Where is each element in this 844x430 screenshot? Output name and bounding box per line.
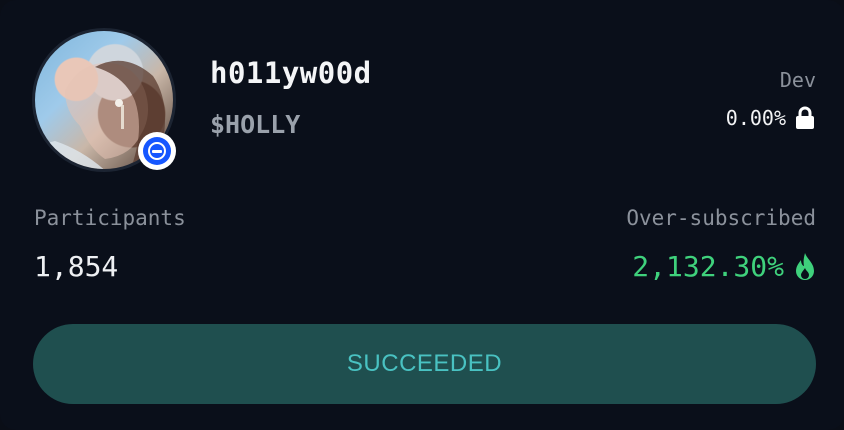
oversubscribed-label: Over-subscribed <box>626 206 816 230</box>
dev-value-row: 0.00% <box>726 106 816 130</box>
oversubscribed-value: 2,132.30% <box>632 250 784 283</box>
token-ticker: $HOLLY <box>210 110 301 139</box>
oversubscribed-row: 2,132.30% <box>632 250 816 283</box>
avatar-container <box>32 28 180 176</box>
participants-label: Participants <box>34 206 186 230</box>
token-card: h011yw00d $HOLLY Dev 0.00% Participants … <box>0 0 844 430</box>
dev-label: Dev <box>779 68 816 92</box>
lock-icon <box>796 106 814 129</box>
status-succeeded-button[interactable]: SUCCEEDED <box>33 324 816 404</box>
dev-value: 0.00% <box>725 106 786 130</box>
verified-badge-icon <box>138 132 176 170</box>
token-name: h011yw00d <box>210 56 372 90</box>
flame-icon <box>796 252 814 280</box>
participants-value: 1,854 <box>34 250 119 283</box>
